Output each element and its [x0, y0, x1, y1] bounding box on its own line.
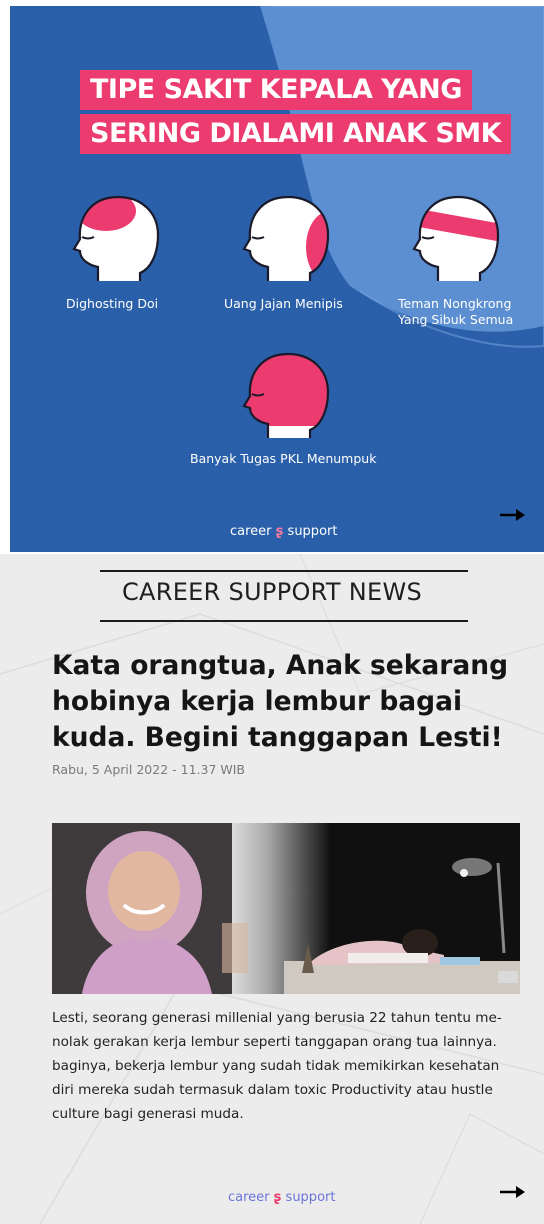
article-body-line: culture bagi generasi muda. [52, 1106, 244, 1122]
brand-s-mark-icon: ʂ [275, 524, 284, 539]
head-forehead-pain-icon [72, 195, 160, 281]
brand-left-text: career [228, 1190, 270, 1205]
bottom-rule [100, 620, 468, 622]
article-body: Lesti, seorang generasi millenial yang b… [52, 1006, 524, 1126]
brand-left-text: career [230, 524, 272, 539]
head-back-pain-icon [242, 195, 330, 281]
arrow-right-icon[interactable] [500, 508, 526, 522]
title-line-1: TIPE SAKIT KEPALA YANG [80, 70, 472, 110]
brand-logo: career ʂ support [228, 1190, 335, 1205]
article-body-line: nolak gerakan kerja lembur seperti tangg… [52, 1034, 497, 1050]
article-body-line: diri mereka sudah termasuk dalam toxic P… [52, 1082, 493, 1098]
brand-right-text: support [285, 1190, 336, 1205]
head-band-pain-icon [412, 195, 500, 281]
article-photo [52, 823, 520, 994]
article-date: Rabu, 5 April 2022 - 11.37 WIB [52, 762, 245, 777]
head-full-pain-icon [242, 352, 330, 438]
head-label-4: Banyak Tugas PKL Menumpuk [190, 451, 377, 466]
news-slide: CAREER SUPPORT NEWS Kata orangtua, Anak … [0, 554, 544, 1224]
title-line-2: SERING DIALAMI ANAK SMK [80, 114, 512, 154]
arrow-right-icon[interactable] [500, 1185, 526, 1199]
top-rule [100, 570, 468, 572]
section-title: CAREER SUPPORT NEWS [121, 578, 423, 606]
head-label-3: Teman Nongkrong Yang Sibuk Semua [398, 296, 514, 327]
article-body-line: Lesti, seorang generasi millenial yang b… [52, 1010, 502, 1026]
brand-right-text: support [287, 524, 338, 539]
head-label-1: Dighosting Doi [66, 296, 159, 311]
brand-s-mark-icon: ʂ [273, 1190, 282, 1205]
article-headline: Kata orangtua, Anak sekarang hobinya ker… [52, 650, 509, 753]
article-body-line: baginya, bekerja lembur yang sudah tidak… [52, 1058, 500, 1074]
head-label-2: Uang Jajan Menipis [224, 296, 343, 311]
brand-logo: career ʂ support [230, 524, 337, 539]
infographic-slide: TIPE SAKIT KEPALA YANG SERING DIALAMI AN… [10, 6, 544, 552]
